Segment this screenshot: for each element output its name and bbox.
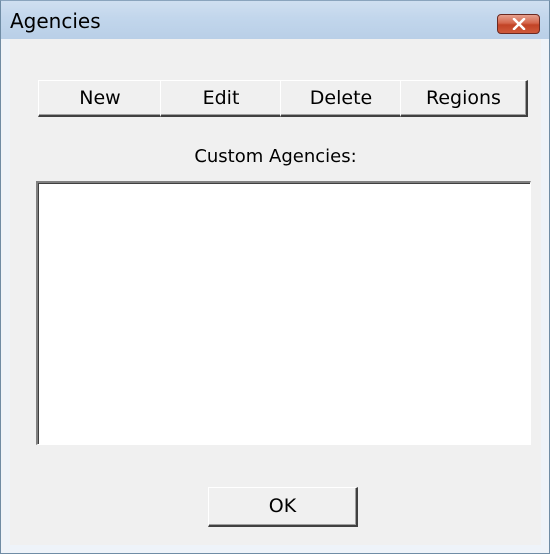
- window-title: Agencies: [10, 9, 101, 33]
- agencies-dialog: Agencies New Edit Delete Regions Custom …: [0, 0, 550, 554]
- edit-button[interactable]: Edit: [160, 80, 283, 117]
- close-button[interactable]: [497, 14, 540, 34]
- dialog-body: New Edit Delete Regions Custom Agencies:…: [10, 39, 541, 545]
- new-button[interactable]: New: [38, 80, 163, 117]
- regions-button[interactable]: Regions: [400, 80, 528, 117]
- custom-agencies-label: Custom Agencies:: [194, 146, 357, 167]
- close-icon: [512, 18, 526, 30]
- delete-button[interactable]: Delete: [280, 80, 403, 117]
- title-bar[interactable]: Agencies: [1, 1, 549, 39]
- ok-button[interactable]: OK: [208, 487, 358, 527]
- custom-agencies-listbox[interactable]: [36, 181, 531, 445]
